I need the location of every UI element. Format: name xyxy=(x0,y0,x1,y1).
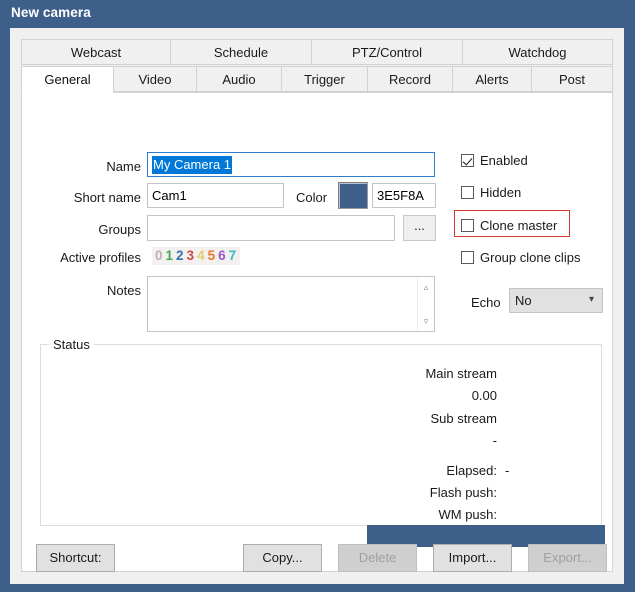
group-clone-clips-label: Group clone clips xyxy=(480,250,581,265)
echo-value: No xyxy=(515,293,532,308)
tab-video[interactable]: Video xyxy=(114,66,197,92)
checkbox-box-hidden xyxy=(461,186,474,199)
tab-general[interactable]: General xyxy=(21,66,114,93)
chevron-down-icon: ▾ xyxy=(588,294,594,305)
delete-button[interactable]: Delete xyxy=(338,544,417,572)
checkbox-box-group-clone-clips xyxy=(461,251,474,264)
flash-push-label: Flash push: xyxy=(429,485,497,500)
hidden-label: Hidden xyxy=(480,185,522,200)
echo-label: Echo xyxy=(471,295,501,310)
tab-audio[interactable]: Audio xyxy=(197,66,282,92)
window-title: New camera xyxy=(11,5,91,20)
tab-record[interactable]: Record xyxy=(368,66,453,92)
name-input-value: My Camera 1 xyxy=(152,156,233,174)
title-bar: New camera xyxy=(0,0,635,28)
copy-button[interactable]: Copy... xyxy=(243,544,322,572)
color-swatch[interactable] xyxy=(338,182,368,209)
tab-post[interactable]: Post xyxy=(532,66,613,92)
elapsed-label: Elapsed: xyxy=(446,463,497,478)
tab-trigger[interactable]: Trigger xyxy=(282,66,368,92)
profile-3[interactable]: 3 xyxy=(186,248,197,263)
clone-master-label: Clone master xyxy=(480,218,558,233)
name-label: Name xyxy=(106,159,141,174)
notes-scrollbar[interactable]: ▵ ▿ xyxy=(417,277,434,331)
groups-browse-button[interactable]: ... xyxy=(403,215,436,241)
tab-schedule[interactable]: Schedule xyxy=(171,39,312,65)
profile-5[interactable]: 5 xyxy=(207,248,218,263)
profile-0[interactable]: 0 xyxy=(154,248,165,263)
import-button[interactable]: Import... xyxy=(433,544,512,572)
dialog-client-area: Webcast Schedule PTZ/Control Watchdog Ge… xyxy=(10,28,624,584)
profile-1[interactable]: 1 xyxy=(165,248,176,263)
tab-row-lower: General Video Audio Trigger Record Alert… xyxy=(21,66,613,93)
color-label: Color xyxy=(296,190,328,205)
scroll-down-icon[interactable]: ▿ xyxy=(418,313,434,329)
tab-ptz-control[interactable]: PTZ/Control xyxy=(312,39,463,65)
sub-stream-label: Sub stream xyxy=(430,411,497,426)
tab-page-general: Name My Camera 1 Short name Cam1 Color 3… xyxy=(21,92,613,572)
notes-label: Notes xyxy=(107,283,141,298)
scroll-up-icon[interactable]: ▵ xyxy=(418,279,434,295)
active-profiles-label: Active profiles xyxy=(60,250,141,265)
export-button[interactable]: Export... xyxy=(528,544,607,572)
main-stream-label: Main stream xyxy=(425,366,497,381)
elapsed-value: - xyxy=(505,463,510,478)
name-input[interactable]: My Camera 1 xyxy=(147,152,435,177)
echo-dropdown[interactable]: No ▾ xyxy=(509,288,603,313)
tab-alerts[interactable]: Alerts xyxy=(453,66,532,92)
main-stream-value: 0.00 xyxy=(471,388,497,403)
shortcut-button[interactable]: Shortcut: xyxy=(36,544,115,572)
tab-control: Webcast Schedule PTZ/Control Watchdog Ge… xyxy=(21,39,613,572)
groups-input[interactable] xyxy=(147,215,395,241)
wm-push-label: WM push: xyxy=(438,507,497,522)
active-profiles-list[interactable]: 01234567 xyxy=(152,247,241,265)
enabled-label: Enabled xyxy=(480,153,528,168)
tab-watchdog[interactable]: Watchdog xyxy=(463,39,613,65)
short-name-label: Short name xyxy=(73,190,141,205)
notes-textarea[interactable]: ▵ ▿ xyxy=(147,276,435,332)
checkbox-box-clone-master xyxy=(461,219,474,232)
profile-4[interactable]: 4 xyxy=(196,248,207,263)
group-clone-clips-checkbox[interactable]: Group clone clips xyxy=(461,250,580,265)
status-groupbox: Status xyxy=(40,337,602,526)
new-camera-window: New camera Webcast Schedule PTZ/Control … xyxy=(0,0,635,592)
profile-6[interactable]: 6 xyxy=(217,248,228,263)
checkbox-box-enabled xyxy=(461,154,474,167)
tab-row-upper: Webcast Schedule PTZ/Control Watchdog xyxy=(21,39,613,66)
tab-webcast[interactable]: Webcast xyxy=(21,39,171,65)
enabled-checkbox[interactable]: Enabled xyxy=(461,153,528,168)
color-hex-input[interactable]: 3E5F8A xyxy=(372,183,436,208)
profile-7[interactable]: 7 xyxy=(228,248,239,263)
status-caption: Status xyxy=(49,337,94,352)
clone-master-checkbox[interactable]: Clone master xyxy=(461,218,557,233)
sub-stream-value: - xyxy=(492,433,497,448)
groups-label: Groups xyxy=(98,222,141,237)
profile-2[interactable]: 2 xyxy=(175,248,186,263)
short-name-input[interactable]: Cam1 xyxy=(147,183,284,208)
hidden-checkbox[interactable]: Hidden xyxy=(461,185,521,200)
